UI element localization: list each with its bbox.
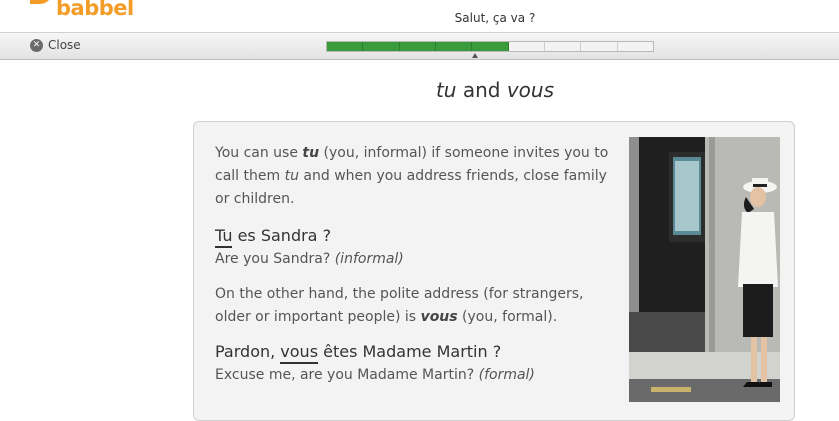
paragraph-informal: You can use tu (you, informal) if someon…	[215, 142, 610, 211]
illustration-photo	[629, 137, 780, 402]
lesson-progress-bar	[326, 41, 654, 52]
example1-highlight: Tu	[215, 226, 233, 248]
translation1-text: Are you Sandra?	[215, 251, 335, 267]
progress-pointer-icon	[472, 53, 478, 58]
progress-segment-pending	[544, 42, 582, 51]
example1-rest: es Sandra ?	[232, 226, 332, 245]
para2-emphasis-vous: vous	[420, 309, 458, 325]
progress-segment-pending	[617, 42, 653, 51]
progress-segment-pending	[508, 42, 545, 51]
translation2-note: (formal)	[478, 367, 535, 383]
example2-highlight: vous	[280, 342, 319, 364]
page-title: tu and vous	[395, 78, 595, 102]
lesson-title: Salut, ça va ?	[454, 11, 536, 25]
progress-segment-done	[327, 42, 364, 51]
example2-before: Pardon,	[215, 342, 281, 361]
title-word-tu: tu	[435, 78, 457, 102]
progress-segment-done	[363, 42, 400, 51]
explanation-text: You can use tu (you, informal) if someon…	[215, 142, 610, 385]
para1-emphasis-tu: tu	[302, 145, 320, 161]
para2-text-2: (you, formal).	[457, 309, 558, 325]
progress-segment-done	[435, 42, 473, 51]
progress-segment-pending	[581, 42, 618, 51]
para1-italic-tu: tu	[284, 168, 299, 184]
example2-after: êtes Madame Martin ?	[318, 342, 502, 361]
close-button[interactable]: ✕ Close	[30, 38, 81, 52]
close-icon: ✕	[30, 38, 43, 52]
top-header: babbel Salut, ça va ?	[0, 0, 839, 32]
lesson-toolbar: ✕ Close	[0, 32, 839, 60]
close-label: Close	[48, 38, 81, 52]
progress-segment-done	[399, 42, 436, 51]
translation1-note: (informal)	[334, 251, 404, 267]
translation-formal: Excuse me, are you Madame Martin? (forma…	[215, 365, 610, 385]
logo-mark-icon	[30, 0, 52, 4]
explanation-card: You can use tu (you, informal) if someon…	[193, 121, 795, 421]
logo-text: babbel	[56, 0, 134, 20]
example-informal: Tu es Sandra ?	[215, 225, 610, 248]
para1-text-1: You can use	[215, 145, 303, 161]
example-formal: Pardon, vous êtes Madame Martin ?	[215, 341, 610, 364]
progress-segment-done	[472, 42, 509, 51]
title-connector: and	[456, 78, 507, 102]
paragraph-formal: On the other hand, the polite address (f…	[215, 283, 610, 329]
train-station-attendant-image	[629, 137, 780, 402]
title-word-vous: vous	[506, 78, 555, 102]
translation2-text: Excuse me, are you Madame Martin?	[215, 367, 479, 383]
translation-informal: Are you Sandra? (informal)	[215, 249, 610, 269]
